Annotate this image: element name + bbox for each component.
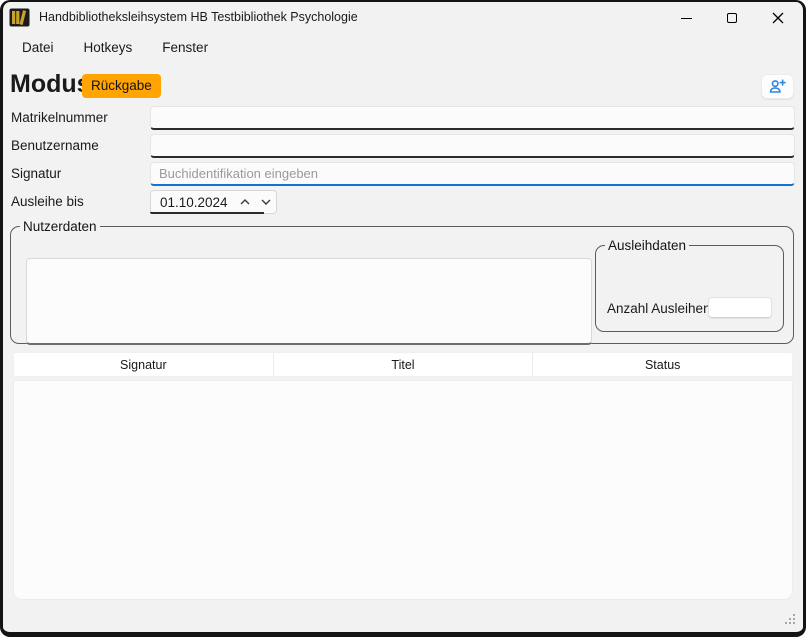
signatur-label: Signatur [11,163,61,185]
window-title: Handbibliotheksleihsystem HB Testbibliot… [39,10,358,24]
column-header-status[interactable]: Status [533,353,792,376]
anzahl-ausleihen-label: Anzahl Ausleihen [607,301,711,316]
person-plus-icon [769,79,786,94]
minimize-icon [681,18,692,19]
date-value: 01.10.2024 [151,195,234,210]
benutzername-input[interactable] [150,134,795,158]
column-header-titel[interactable]: Titel [274,353,534,376]
table-body [13,380,793,600]
benutzername-label: Benutzername [11,135,99,157]
menu-item-hotkeys[interactable]: Hotkeys [69,35,148,60]
chevron-up-icon [240,199,250,205]
spinner-up-button[interactable] [234,191,255,213]
matrikelnummer-input[interactable] [150,106,795,130]
table-header: Signatur Titel Status [13,352,793,377]
resize-grip[interactable] [784,614,795,625]
nutzerdaten-legend: Nutzerdaten [20,219,100,234]
ausleihe-bis-label: Ausleihe bis [11,191,84,213]
add-user-button[interactable] [761,74,794,99]
maximize-icon [727,13,737,23]
app-window: Handbibliotheksleihsystem HB Testbibliot… [0,0,806,637]
ausleihdaten-group: Ausleihdaten Anzahl Ausleihen [595,238,784,332]
column-header-signatur[interactable]: Signatur [14,353,274,376]
books-icon [9,8,30,27]
nutzerdaten-textarea[interactable] [26,258,592,345]
close-icon [772,12,784,24]
ausleihdaten-legend: Ausleihdaten [605,238,689,253]
anzahl-ausleihen-input[interactable] [708,297,772,319]
close-button[interactable] [755,2,801,34]
matrikelnummer-label: Matrikelnummer [11,107,108,129]
menu-bar: Datei Hotkeys Fenster [7,35,223,60]
signatur-input[interactable] [150,162,795,186]
chevron-down-icon [261,199,271,205]
menu-item-datei[interactable]: Datei [7,35,69,60]
spinner-down-button[interactable] [255,191,276,213]
page-title: Modus [10,70,91,99]
window-controls [663,2,801,34]
maximize-button[interactable] [709,2,755,34]
mode-badge[interactable]: Rückgabe [82,74,161,98]
menu-item-fenster[interactable]: Fenster [147,35,223,60]
ausleihe-bis-spinner[interactable]: 01.10.2024 [150,190,277,214]
minimize-button[interactable] [663,2,709,34]
